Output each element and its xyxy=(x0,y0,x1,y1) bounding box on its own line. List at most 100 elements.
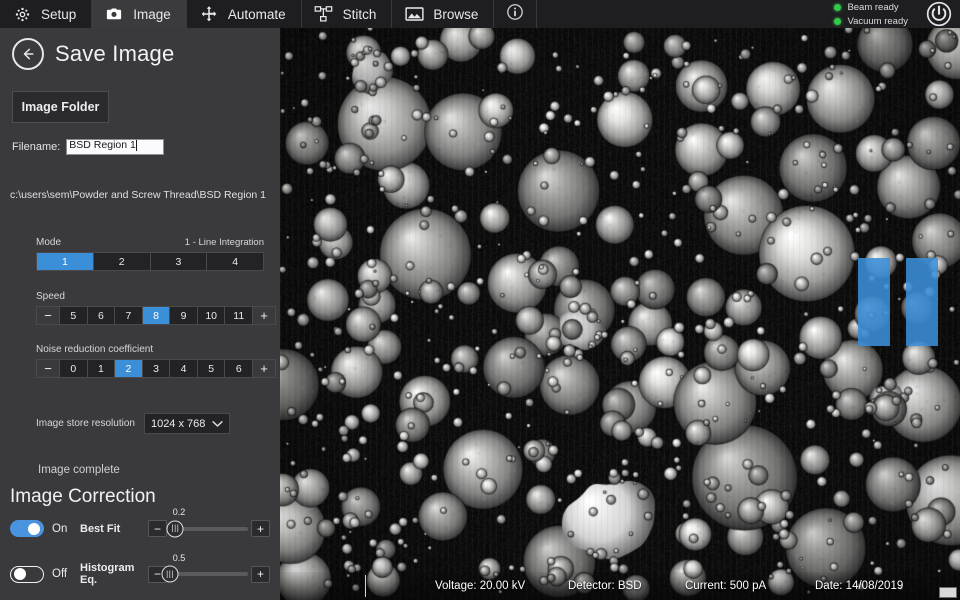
noise-increment-button[interactable]: + xyxy=(252,360,275,377)
page-title: Save Image xyxy=(55,41,175,66)
noise-option-5[interactable]: 5 xyxy=(197,360,226,377)
resolution-value: 1024 x 768 xyxy=(150,417,206,430)
speed-stepper: − 5 6 7 8 9 10 11 + xyxy=(36,306,276,325)
mode-option-2[interactable]: 2 xyxy=(93,253,151,270)
filename-label: Filename: xyxy=(12,141,61,153)
histogram-eq-slider-track xyxy=(170,572,248,576)
back-button[interactable] xyxy=(12,38,44,70)
camera-icon xyxy=(104,4,124,24)
sem-image-viewport[interactable]: Voltage: 20.00 kV Detector: BSD Current:… xyxy=(280,28,960,600)
best-fit-decrement-button[interactable]: − xyxy=(148,520,167,537)
correction-row-best-fit: On Best Fit − ||| 0.2 + xyxy=(10,507,270,537)
noise-reduction-label: Noise reduction coefficient xyxy=(36,344,154,355)
speed-option-5[interactable]: 5 xyxy=(60,307,88,324)
viewport-corner-marker xyxy=(939,587,957,598)
noise-option-4[interactable]: 4 xyxy=(170,360,198,377)
best-fit-slider-group: − ||| 0.2 + xyxy=(148,507,270,537)
power-button[interactable] xyxy=(918,0,960,28)
image-folder-button[interactable]: Image Folder xyxy=(12,91,109,123)
status-detector: Detector: BSD xyxy=(568,580,642,592)
tab-stitch-label: Stitch xyxy=(342,6,377,22)
speed-option-9[interactable]: 9 xyxy=(170,307,198,324)
save-path-text: c:\users\sem\Powder and Screw Thread\BSD… xyxy=(10,189,267,201)
status-date: Date: 14/08/2019 xyxy=(815,580,904,592)
image-correction-title: Image Correction xyxy=(10,486,156,507)
noise-reduction-stepper: − 0123456 + xyxy=(36,359,276,378)
tab-stitch[interactable]: Stitch xyxy=(302,0,393,28)
best-fit-state-label: On xyxy=(52,522,68,535)
mode-group: Mode 1 - Line Integration 1234 xyxy=(36,237,264,271)
vacuum-status-label: Vacuum ready xyxy=(847,15,908,27)
speed-header: Speed xyxy=(36,291,276,302)
resolution-dropdown[interactable]: 1024 x 768 xyxy=(143,413,230,434)
histogram-eq-slider-thumb[interactable]: ||| xyxy=(161,565,179,583)
speed-option-10[interactable]: 10 xyxy=(197,307,226,324)
noise-decrement-button[interactable]: − xyxy=(37,360,60,377)
tab-image[interactable]: Image xyxy=(92,0,187,28)
tab-automate[interactable]: Automate xyxy=(187,0,302,28)
histogram-eq-slider-group: − ||| 0.5 + xyxy=(148,553,270,583)
picture-icon xyxy=(404,4,424,24)
noise-option-1[interactable]: 1 xyxy=(87,360,116,377)
best-fit-increment-button[interactable]: + xyxy=(251,520,270,537)
filename-field-row: Filename: BSD Region 1 xyxy=(12,139,165,155)
noise-option-3[interactable]: 3 xyxy=(142,360,171,377)
noise-option-6[interactable]: 6 xyxy=(225,360,253,377)
settings-gear-icon xyxy=(12,4,32,24)
histogram-eq-slider[interactable]: ||| 0.5 xyxy=(161,553,248,583)
noise-option-2[interactable]: 2 xyxy=(115,360,143,377)
mode-option-1[interactable]: 1 xyxy=(37,253,94,270)
speed-option-6[interactable]: 6 xyxy=(87,307,116,324)
sem-application-window: Setup Image Automate Stitch Browse Beam … xyxy=(0,0,960,600)
mode-header: Mode 1 - Line Integration xyxy=(36,237,264,248)
panel-header: Save Image xyxy=(0,28,280,70)
best-fit-slider[interactable]: ||| 0.2 xyxy=(166,507,248,537)
mode-option-4[interactable]: 4 xyxy=(207,253,263,270)
status-voltage: Voltage: 20.00 kV xyxy=(435,580,526,592)
image-store-resolution-row: Image store resolution 1024 x 768 xyxy=(36,413,230,434)
mode-option-3[interactable]: 3 xyxy=(150,253,208,270)
speed-increment-button[interactable]: + xyxy=(252,307,275,324)
resolution-label: Image store resolution xyxy=(36,418,135,429)
scale-bar-tick xyxy=(365,575,366,597)
speed-option-8[interactable]: 8 xyxy=(142,307,171,324)
speed-decrement-button[interactable]: − xyxy=(37,307,60,324)
correction-row-histogram-eq: Off Histogram Eq. − ||| 0.5 + xyxy=(10,553,270,586)
tab-image-label: Image xyxy=(133,6,171,22)
tab-browse-label: Browse xyxy=(433,6,479,22)
best-fit-toggle[interactable] xyxy=(10,520,44,537)
tab-setup[interactable]: Setup xyxy=(0,0,93,28)
image-status-bar: Voltage: 20.00 kV Detector: BSD Current:… xyxy=(280,572,960,600)
filename-input[interactable]: BSD Region 1 xyxy=(66,139,165,155)
save-image-panel: Save Image Image Folder Filename: BSD Re… xyxy=(0,28,280,600)
histogram-eq-increment-button[interactable]: + xyxy=(251,565,270,583)
speed-option-7[interactable]: 7 xyxy=(115,307,143,324)
noise-value-list[interactable]: 0123456 xyxy=(60,360,253,377)
noise-option-0[interactable]: 0 xyxy=(60,360,88,377)
beam-status-indicator-icon xyxy=(834,3,842,11)
speed-option-11[interactable]: 11 xyxy=(225,307,253,324)
histogram-eq-state-label: Off xyxy=(52,568,68,580)
top-navigation-bar: Setup Image Automate Stitch Browse Beam … xyxy=(0,0,960,28)
mode-selector[interactable]: 1234 xyxy=(36,252,264,271)
best-fit-thumb-grip-icon: ||| xyxy=(171,523,180,533)
tab-browse[interactable]: Browse xyxy=(392,0,495,28)
beam-status-label: Beam ready xyxy=(847,1,899,13)
histogram-eq-thumb-grip-icon: ||| xyxy=(166,569,174,578)
histogram-eq-toggle-knob xyxy=(14,568,26,580)
beam-status: Beam ready xyxy=(834,2,908,13)
tab-setup-label: Setup xyxy=(41,6,77,22)
info-button[interactable] xyxy=(494,0,538,28)
best-fit-slider-thumb[interactable]: ||| xyxy=(166,520,184,537)
histogram-eq-value-label: 0.5 xyxy=(172,552,186,563)
move-arrows-icon xyxy=(199,4,219,24)
sem-micrograph-image xyxy=(280,28,960,600)
best-fit-toggle-knob xyxy=(28,522,40,535)
tab-automate-label: Automate xyxy=(227,6,286,22)
noise-reduction-header: Noise reduction coefficient xyxy=(36,344,276,355)
speed-value-list[interactable]: 5 6 7 8 9 10 11 xyxy=(60,307,253,324)
system-status-group: Beam ready Vacuum ready xyxy=(834,0,918,28)
histogram-eq-toggle[interactable] xyxy=(10,565,44,583)
speed-group: Speed − 5 6 7 8 9 10 11 + xyxy=(36,291,276,325)
